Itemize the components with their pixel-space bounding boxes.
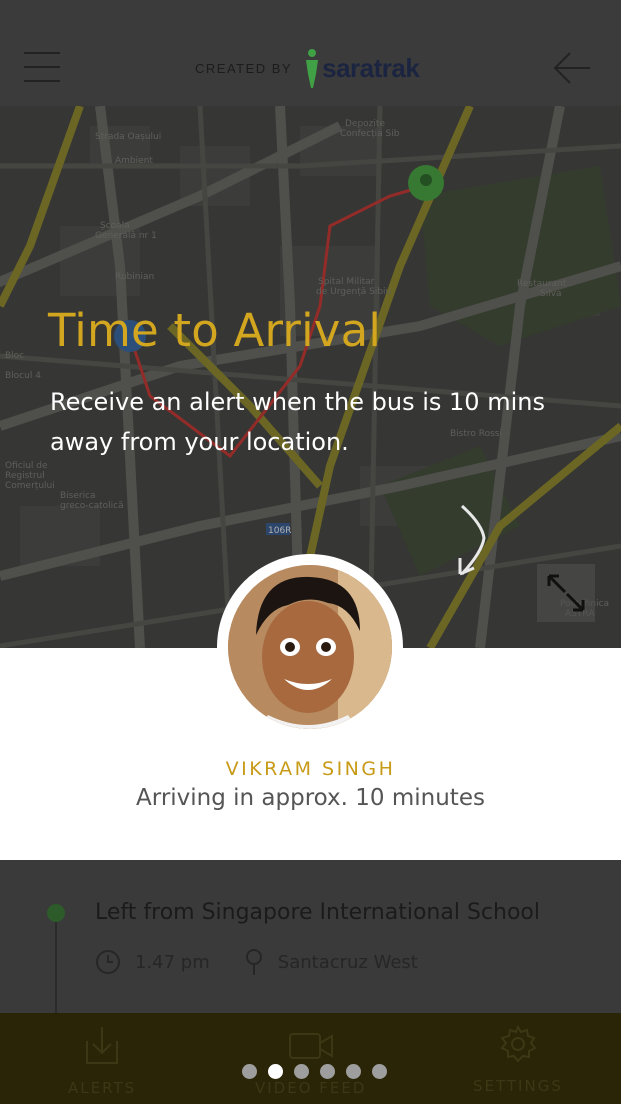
brand-logo: CREATED BY saratrak xyxy=(195,48,420,88)
page-dot[interactable] xyxy=(372,1064,387,1079)
saratrak-logo: saratrak xyxy=(302,48,420,88)
brand-name: saratrak xyxy=(322,52,420,83)
event-location: Santacruz West xyxy=(244,948,418,976)
nav-alerts-label: ALERTS xyxy=(68,1079,137,1097)
boy-photo-icon xyxy=(228,565,392,729)
timeline-event-title: Left from Singapore International School xyxy=(95,900,540,925)
page-dot[interactable] xyxy=(346,1064,361,1079)
timeline-line xyxy=(55,914,57,1014)
student-avatar xyxy=(228,565,392,729)
page-dot[interactable] xyxy=(294,1064,309,1079)
timeline-dot xyxy=(47,904,65,922)
page-indicator[interactable] xyxy=(242,1064,387,1079)
download-alert-icon xyxy=(86,1027,119,1064)
page-dot[interactable] xyxy=(320,1064,335,1079)
video-camera-icon xyxy=(288,1033,333,1059)
page-dot[interactable] xyxy=(242,1064,257,1079)
event-time: 1.47 pm xyxy=(95,949,210,975)
arrival-status: Arriving in approx. 10 minutes xyxy=(136,785,485,811)
nav-alerts[interactable]: ALERTS xyxy=(68,1025,136,1097)
page-dot[interactable] xyxy=(268,1064,283,1079)
app-header: CREATED BY saratrak xyxy=(0,0,621,106)
clock-icon xyxy=(96,950,120,974)
event-time-text: 1.47 pm xyxy=(135,951,210,973)
nav-settings[interactable]: SETTINGS xyxy=(473,1025,563,1095)
event-location-text: Santacruz West xyxy=(277,951,418,973)
nav-settings-label: SETTINGS xyxy=(473,1077,563,1095)
timeline-event-meta: 1.47 pm Santacruz West xyxy=(95,948,452,976)
bottom-navigation: ALERTS VIDEO FEED SETTINGS xyxy=(0,1013,621,1104)
person-logo-icon xyxy=(306,49,319,88)
feature-headline: Time to Arrival xyxy=(48,304,382,357)
created-by-label: CREATED BY xyxy=(195,60,293,76)
gear-icon xyxy=(500,1025,537,1063)
expand-arrows-icon xyxy=(547,574,585,612)
expand-map-button[interactable] xyxy=(537,564,595,622)
nav-video-feed[interactable]: VIDEO FEED xyxy=(255,1025,366,1097)
trip-timeline: Left from Singapore International School… xyxy=(0,860,621,1014)
hamburger-menu-icon[interactable] xyxy=(24,52,60,84)
student-name: VIKRAM SINGH xyxy=(225,758,396,780)
location-pin-icon xyxy=(245,949,262,975)
hand-drawn-arrow-icon xyxy=(458,504,486,576)
back-arrow-icon[interactable] xyxy=(552,50,592,86)
nav-video-feed-label: VIDEO FEED xyxy=(255,1079,367,1097)
feature-description: Receive an alert when the bus is 10 mins… xyxy=(50,388,545,456)
